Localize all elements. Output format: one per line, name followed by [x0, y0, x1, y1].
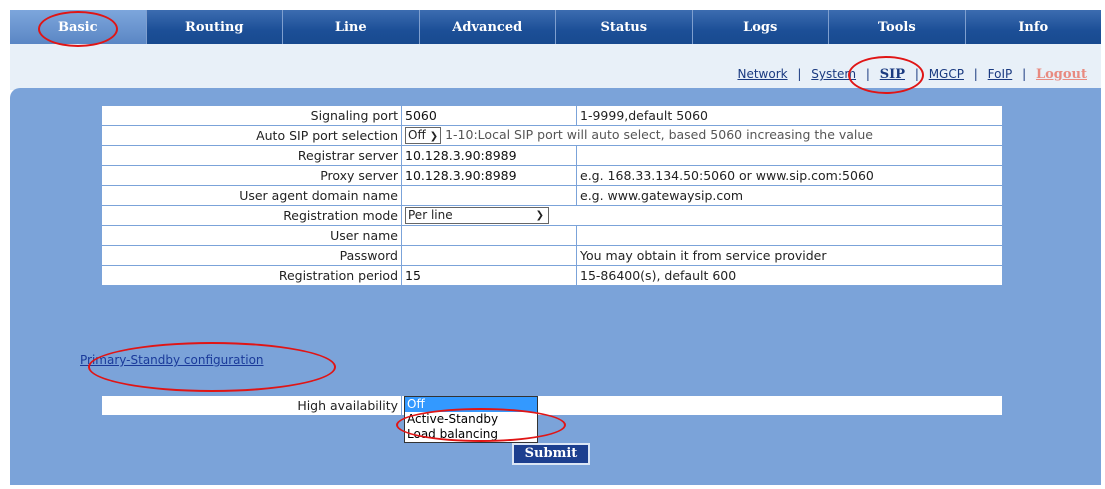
subnav-separator: | — [1022, 67, 1027, 81]
password-label: Password — [101, 245, 402, 266]
table-row: Registration period 15 15-86400(s), defa… — [101, 265, 1003, 286]
registration-period-hint: 15-86400(s), default 600 — [576, 265, 1003, 286]
username-label: User name — [101, 225, 402, 246]
table-row: Registration mode Per line ❯ — [101, 205, 1003, 226]
primary-standby-config-link[interactable]: Primary-Standby configuration — [80, 353, 264, 367]
password-input[interactable] — [405, 246, 565, 262]
high-availability-table: High availability — [101, 395, 1003, 416]
registration-period-label: Registration period — [101, 265, 402, 286]
registration-mode-select[interactable]: Per line ❯ — [405, 207, 549, 224]
table-row: Registrar server 10.128.3.90:8989 — [101, 145, 1003, 166]
registration-period-input[interactable]: 15 — [405, 268, 565, 284]
registrar-server-label: Registrar server — [101, 145, 402, 166]
chevron-down-icon: ❯ — [429, 131, 439, 142]
table-row: High availability — [101, 395, 1003, 416]
registrar-server-hint — [576, 145, 1003, 166]
table-row: Auto SIP port selection Off ❯ 1-10:Local … — [101, 125, 1003, 146]
sub-navigation: Network | System | SIP | MGCP | FoIP | L… — [737, 67, 1087, 82]
auto-sip-port-value: Off — [408, 128, 426, 142]
ua-domain-input[interactable] — [405, 186, 565, 202]
username-input[interactable] — [405, 226, 565, 242]
tab-info[interactable]: Info — [966, 10, 1102, 44]
table-row: Password You may obtain it from service … — [101, 245, 1003, 266]
ha-option-off[interactable]: Off — [405, 397, 537, 412]
tab-basic[interactable]: Basic — [10, 10, 147, 44]
subnav-foip[interactable]: FoIP — [988, 67, 1013, 81]
signaling-port-input[interactable]: 5060 — [405, 108, 565, 124]
tab-tools[interactable]: Tools — [829, 10, 966, 44]
sip-settings-table: Signaling port 5060 1-9999,default 5060 … — [101, 105, 1003, 286]
subnav-logout[interactable]: Logout — [1036, 67, 1087, 82]
tab-routing[interactable]: Routing — [147, 10, 283, 44]
password-hint: You may obtain it from service provider — [576, 245, 1003, 266]
chevron-down-icon: ❯ — [535, 210, 544, 221]
table-row: User agent domain name e.g. www.gateways… — [101, 185, 1003, 206]
high-availability-label: High availability — [101, 395, 402, 416]
ha-option-active-standby[interactable]: Active-Standby — [405, 412, 537, 427]
subnav-separator: | — [797, 67, 802, 81]
auto-sip-port-select[interactable]: Off ❯ — [405, 127, 442, 144]
signaling-port-hint: 1-9999,default 5060 — [576, 105, 1003, 126]
subnav-network[interactable]: Network — [737, 67, 787, 81]
subnav-separator: | — [973, 67, 978, 81]
table-row: Signaling port 5060 1-9999,default 5060 — [101, 105, 1003, 126]
subnav-mgcp[interactable]: MGCP — [929, 67, 964, 81]
registration-mode-label: Registration mode — [101, 205, 402, 226]
ua-domain-label: User agent domain name — [101, 185, 402, 206]
signaling-port-label: Signaling port — [101, 105, 402, 126]
subnav-sip[interactable]: SIP — [880, 67, 905, 82]
proxy-server-label: Proxy server — [101, 165, 402, 186]
proxy-server-hint: e.g. 168.33.134.50:5060 or www.sip.com:5… — [576, 165, 1003, 186]
ha-option-load-balancing[interactable]: Load balancing — [405, 427, 537, 442]
registrar-server-input[interactable]: 10.128.3.90:8989 — [405, 148, 565, 164]
username-hint — [576, 225, 1003, 246]
auto-sip-port-hint: 1-10:Local SIP port will auto select, ba… — [445, 127, 873, 142]
registration-mode-value: Per line — [408, 208, 453, 222]
tab-line[interactable]: Line — [283, 10, 420, 44]
main-tab-bar: Basic Routing Line Advanced Status Logs … — [10, 10, 1101, 44]
submit-button[interactable]: Submit — [512, 443, 590, 465]
table-row: Proxy server 10.128.3.90:8989 e.g. 168.3… — [101, 165, 1003, 186]
tab-advanced[interactable]: Advanced — [420, 10, 556, 44]
subnav-system[interactable]: System — [811, 67, 856, 81]
tab-logs[interactable]: Logs — [693, 10, 829, 44]
subnav-separator: | — [914, 67, 919, 81]
proxy-server-input[interactable]: 10.128.3.90:8989 — [405, 168, 565, 184]
auto-sip-port-label: Auto SIP port selection — [101, 125, 402, 146]
ua-domain-hint: e.g. www.gatewaysip.com — [576, 185, 1003, 206]
high-availability-dropdown[interactable]: Off Active-Standby Load balancing — [404, 396, 538, 443]
subnav-separator: | — [865, 67, 870, 81]
table-row: User name — [101, 225, 1003, 246]
tab-status[interactable]: Status — [556, 10, 693, 44]
